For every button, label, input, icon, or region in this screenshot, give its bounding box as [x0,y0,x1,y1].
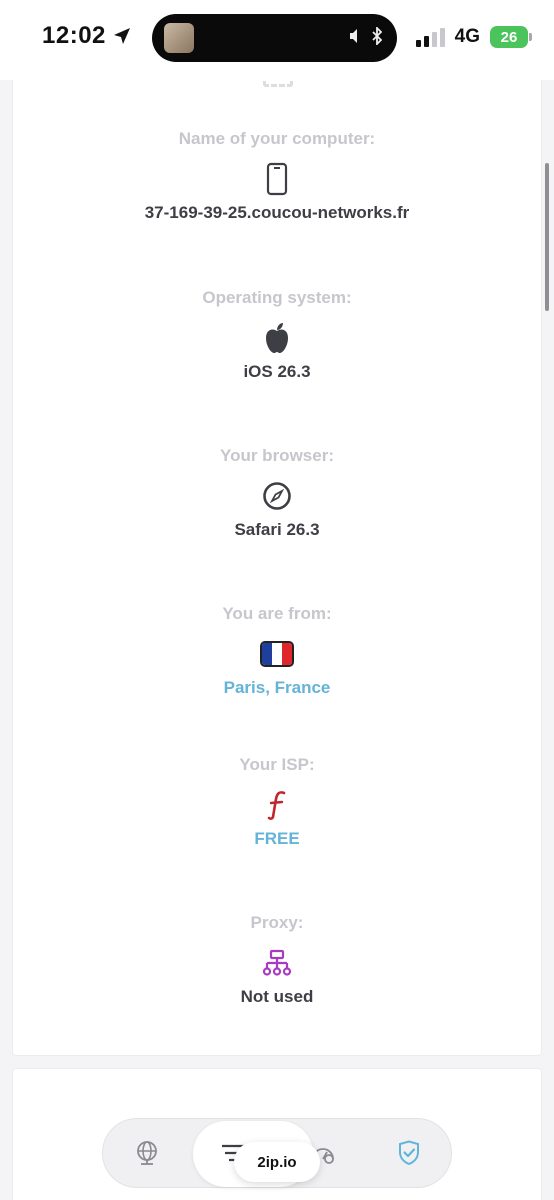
computer-name-section: Name of your computer: 37-169-39-25.couc… [0,127,554,225]
computer-name-label: Name of your computer: [178,129,376,148]
status-time: 12:02 [42,22,132,50]
network-tree-icon [262,949,292,976]
phone-icon [266,162,288,196]
status-bar: 12:02 4G 26 [0,0,554,80]
battery-level: 26 [500,28,518,46]
browser-section: Your browser: Safari 26.3 [0,444,554,542]
dynamic-island[interactable] [152,14,397,62]
cellular-signal-icon [415,27,445,47]
isp-section: Your ISP: FREE [0,753,554,851]
france-flag-icon [260,641,294,667]
location-arrow-icon [113,28,130,44]
location-value-link[interactable]: Paris, France [0,676,554,700]
browser-label: Your browser: [220,446,334,465]
proxy-value: Not used [240,987,314,1006]
browser-value: Safari 26.3 [234,520,320,539]
speaker-icon [350,29,357,43]
globe-icon [137,1141,157,1165]
shield-check-icon [399,1140,419,1166]
isp-label: Your ISP: [239,755,315,774]
free-isp-logo-icon [267,791,286,820]
clock-label: 12:02 [42,22,106,49]
location-section: You are from: Paris, France [0,602,554,700]
isp-value-link[interactable]: FREE [0,827,554,851]
now-playing-thumbnail [164,23,194,53]
os-label: Operating system: [202,288,352,307]
computer-name-value: 37-169-39-25.coucou-networks.fr [144,203,410,222]
location-label: You are from: [222,604,332,623]
os-value: iOS 26.3 [243,362,311,381]
os-section: Operating system: iOS 26.3 [0,286,554,384]
tab-shield[interactable] [389,1133,429,1173]
proxy-label: Proxy: [250,913,304,932]
battery-icon: 26 [490,26,532,48]
apple-icon [266,323,288,353]
scrollbar[interactable] [545,163,549,311]
proxy-section: Proxy: Not used [0,911,554,1009]
compass-icon [263,482,291,510]
tab-globe[interactable] [127,1133,167,1173]
bluetooth-icon [372,27,383,45]
network-type: 4G [454,26,480,47]
browser-domain-pill[interactable]: 2ip.io [234,1142,320,1182]
